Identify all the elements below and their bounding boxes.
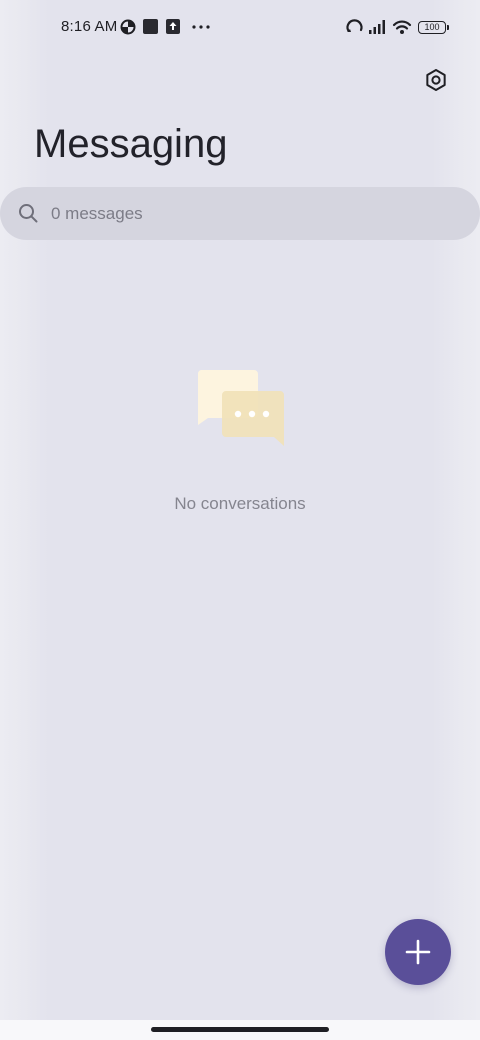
square-app-icon — [143, 19, 158, 34]
search-icon — [19, 204, 38, 223]
settings-button[interactable] — [420, 64, 452, 96]
signal-icon — [369, 20, 385, 34]
hotspot-icon — [346, 19, 363, 32]
search-placeholder: 0 messages — [51, 204, 143, 223]
new-conversation-button[interactable] — [385, 919, 451, 985]
battery-icon: 100 — [418, 21, 449, 34]
page-title: Messaging — [34, 122, 228, 166]
upload-icon — [166, 19, 180, 34]
search-bar[interactable]: 0 messages — [0, 187, 480, 240]
more-dots-icon — [192, 25, 210, 29]
data-saver-icon — [120, 19, 136, 35]
home-indicator[interactable] — [151, 1027, 329, 1032]
wifi-icon — [392, 20, 412, 34]
plus-icon — [405, 939, 431, 965]
status-bar: 8:16 AM 100 — [0, 0, 480, 56]
empty-state-text: No conversations — [174, 494, 306, 513]
settings-icon — [426, 69, 446, 91]
chat-bubbles-icon — [197, 370, 284, 446]
status-time: 8:16 AM — [61, 18, 118, 35]
